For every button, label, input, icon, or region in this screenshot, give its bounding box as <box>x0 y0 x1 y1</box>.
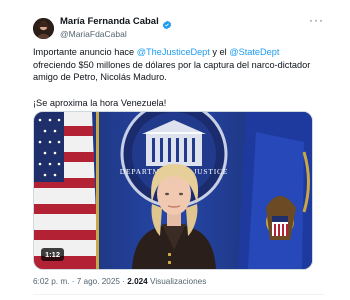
video-player[interactable]: DEPARTMENT OF JUSTICE <box>33 111 313 270</box>
avatar-image <box>33 18 54 39</box>
tweet-time[interactable]: 6:02 p. m. <box>33 277 69 286</box>
verified-badge-icon[interactable] <box>162 17 172 29</box>
tweet-text-part-3: ofreciendo $50 millones de dólares por l… <box>33 59 311 83</box>
mention-state-dept[interactable]: @StateDept <box>229 47 279 57</box>
tweet-card: María Fernanda Cabal @MariaFdaCabal ··· … <box>0 0 350 300</box>
us-flag <box>34 112 99 269</box>
views-count[interactable]: 2.024 <box>127 277 148 286</box>
tweet-paragraph-1: Importante anuncio hace @TheJusticeDept … <box>33 46 323 84</box>
tweet-text: Importante anuncio hace @TheJusticeDept … <box>33 46 323 109</box>
more-options-icon[interactable]: ··· <box>309 14 324 26</box>
tweet-text-part-1: Importante anuncio hace <box>33 47 137 57</box>
author-display-name[interactable]: María Fernanda Cabal <box>60 16 159 27</box>
views-label: Visualizaciones <box>147 277 207 286</box>
video-duration-badge: 1:12 <box>41 248 65 261</box>
tweet-date[interactable]: 7 ago. 2025 <box>77 277 120 286</box>
doj-flag <box>238 112 312 269</box>
tweet-paragraph-2: ¡Se aproxima la hora Venezuela! <box>33 97 167 108</box>
mention-justice-dept[interactable]: @TheJusticeDept <box>137 47 210 57</box>
tweet-text-part-2: y el <box>209 47 230 57</box>
video-frame: DEPARTMENT OF JUSTICE <box>34 112 312 269</box>
avatar[interactable] <box>33 18 54 39</box>
divider <box>33 294 324 295</box>
tweet-meta: 6:02 p. m. · 7 ago. 2025 · 2.024 Visuali… <box>33 277 206 286</box>
meta-separator: · <box>69 277 77 286</box>
author-handle[interactable]: @MariaFdaCabal <box>60 29 127 39</box>
author-name-row: María Fernanda Cabal <box>60 16 172 29</box>
